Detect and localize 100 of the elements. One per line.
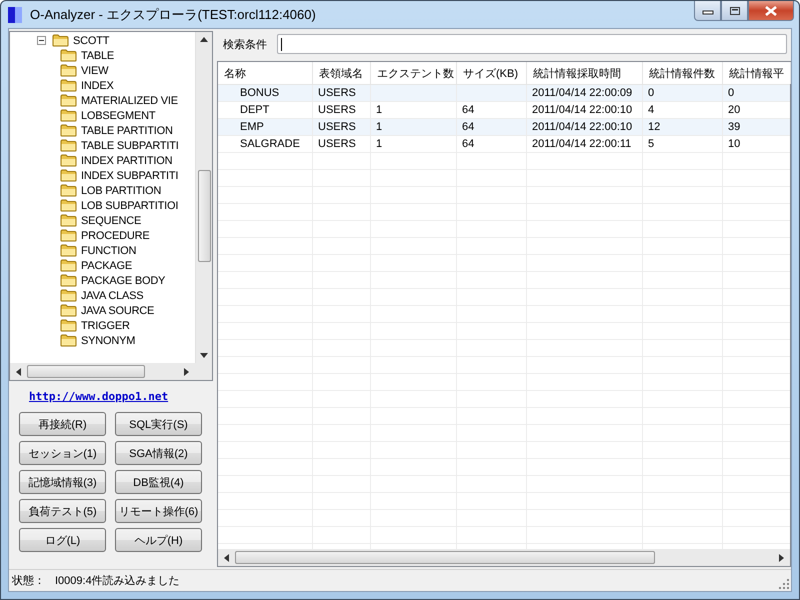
tree-item[interactable]: TABLE PARTITION bbox=[81, 124, 173, 138]
tree-item[interactable]: VIEW bbox=[81, 64, 108, 78]
tree-item[interactable]: SEQUENCE bbox=[81, 214, 142, 228]
action-button[interactable]: リモート操作(6) bbox=[115, 499, 202, 523]
table-cell: 2011/04/14 22:00:11 bbox=[532, 138, 632, 150]
folder-icon bbox=[60, 274, 77, 287]
tree-item[interactable]: TABLE SUBPARTITI bbox=[81, 138, 179, 152]
folder-icon bbox=[60, 79, 77, 92]
website-link[interactable]: http://www.doppo1.net bbox=[29, 390, 168, 403]
folder-icon bbox=[52, 34, 69, 47]
folder-icon bbox=[60, 94, 77, 107]
action-button[interactable]: 負荷テスト(5) bbox=[19, 499, 106, 523]
tree-item[interactable]: PACKAGE BODY bbox=[81, 274, 166, 288]
column-header[interactable]: 統計情報件数 bbox=[643, 62, 723, 84]
status-text: I0009:4件読み込みました bbox=[55, 574, 180, 588]
table-cell: 64 bbox=[462, 138, 474, 150]
action-button[interactable]: ヘルプ(H) bbox=[115, 528, 202, 552]
table-cell: BONUS bbox=[240, 87, 280, 99]
folder-icon bbox=[60, 139, 77, 152]
column-header[interactable]: 統計情報採取時間 bbox=[527, 62, 643, 84]
window-title: O-Analyzer - エクスプローラ(TEST:orcl112:4060) bbox=[30, 6, 316, 24]
tree-item[interactable]: INDEX bbox=[81, 78, 114, 92]
action-button[interactable]: DB監視(4) bbox=[115, 470, 202, 494]
tree-item[interactable]: LOB SUBPARTITIOI bbox=[81, 198, 178, 212]
collapse-icon[interactable] bbox=[37, 36, 46, 45]
folder-icon bbox=[60, 334, 77, 347]
action-button[interactable]: セッション(1) bbox=[19, 441, 106, 465]
folder-icon bbox=[60, 64, 77, 77]
close-icon bbox=[764, 6, 778, 16]
table-cell: 0 bbox=[728, 87, 734, 99]
table-cell: USERS bbox=[318, 87, 356, 99]
arrow-right-icon[interactable] bbox=[779, 554, 784, 562]
action-button[interactable]: SQL実行(S) bbox=[115, 412, 202, 436]
tree-item[interactable]: TRIGGER bbox=[81, 318, 130, 332]
maximize-icon bbox=[728, 6, 740, 16]
column-header[interactable]: 統計情報平 bbox=[723, 62, 791, 84]
scroll-thumb[interactable] bbox=[235, 551, 655, 564]
folder-icon bbox=[60, 229, 77, 242]
table-cell: 20 bbox=[728, 104, 740, 116]
tree-item[interactable]: PACKAGE bbox=[81, 258, 132, 272]
scroll-thumb[interactable] bbox=[27, 365, 145, 378]
tree-item[interactable]: FUNCTION bbox=[81, 244, 136, 258]
folder-icon bbox=[60, 304, 77, 317]
table-cell: DEPT bbox=[240, 104, 270, 116]
folder-icon bbox=[60, 214, 77, 227]
scrollbar[interactable] bbox=[218, 549, 790, 566]
column-header[interactable]: 表領域名 bbox=[313, 62, 371, 84]
table-cell: 39 bbox=[728, 121, 740, 133]
tree-item[interactable]: LOB PARTITION bbox=[81, 184, 162, 198]
arrow-down-icon[interactable] bbox=[200, 353, 208, 358]
action-button[interactable]: ログ(L) bbox=[19, 528, 106, 552]
arrow-up-icon[interactable] bbox=[200, 37, 208, 42]
table-cell: USERS bbox=[318, 104, 356, 116]
table-cell: 2011/04/14 22:00:10 bbox=[532, 121, 632, 133]
search-field[interactable] bbox=[277, 34, 787, 54]
scroll-thumb[interactable] bbox=[198, 170, 210, 262]
column-header[interactable]: 名称 bbox=[218, 62, 313, 84]
tree-item[interactable]: TABLE bbox=[81, 48, 114, 62]
table-cell: SALGRADE bbox=[240, 138, 300, 150]
table-cell: 2011/04/14 22:00:10 bbox=[532, 104, 632, 116]
folder-icon bbox=[60, 154, 77, 167]
table-cell: 2011/04/14 22:00:09 bbox=[532, 87, 632, 99]
tree-item[interactable]: PROCEDURE bbox=[81, 228, 150, 242]
minimize-button[interactable] bbox=[694, 1, 721, 21]
scrollbar[interactable] bbox=[195, 32, 212, 363]
folder-icon bbox=[60, 259, 77, 272]
tree-item[interactable]: INDEX SUBPARTITI bbox=[81, 168, 178, 182]
tree-item[interactable]: JAVA CLASS bbox=[81, 288, 144, 302]
folder-icon bbox=[60, 49, 77, 62]
arrow-left-icon[interactable] bbox=[16, 368, 21, 376]
table-cell: 64 bbox=[462, 104, 474, 116]
tree-item[interactable]: LOBSEGMENT bbox=[81, 108, 156, 122]
table-cell: 10 bbox=[728, 138, 740, 150]
scrollbar[interactable] bbox=[10, 363, 195, 380]
column-header[interactable]: エクステント数 bbox=[371, 62, 457, 84]
tree-item[interactable]: SYNONYM bbox=[81, 334, 136, 348]
table-cell: USERS bbox=[318, 138, 356, 150]
action-button[interactable]: 記憶域情報(3) bbox=[19, 470, 106, 494]
folder-icon bbox=[60, 199, 77, 212]
close-button[interactable] bbox=[748, 1, 794, 21]
table-cell: 64 bbox=[462, 121, 474, 133]
table-cell: 1 bbox=[376, 138, 382, 150]
arrow-left-icon[interactable] bbox=[224, 554, 229, 562]
app-icon bbox=[8, 6, 22, 22]
search-label: 検索条件 bbox=[223, 38, 267, 52]
action-button[interactable]: 再接続(R) bbox=[19, 412, 106, 436]
table-cell: 5 bbox=[648, 138, 654, 150]
tree-item[interactable]: INDEX PARTITION bbox=[81, 154, 172, 168]
folder-icon bbox=[60, 319, 77, 332]
table-cell: 4 bbox=[648, 104, 654, 116]
table-cell: USERS bbox=[318, 121, 356, 133]
maximize-button[interactable] bbox=[721, 1, 748, 21]
column-header[interactable]: サイズ(KB) bbox=[457, 62, 527, 84]
arrow-right-icon[interactable] bbox=[184, 368, 189, 376]
tree-item[interactable]: MATERIALIZED VIE bbox=[81, 94, 178, 108]
folder-icon bbox=[60, 244, 77, 257]
tree-item[interactable]: SCOTT bbox=[73, 34, 110, 48]
resize-grip-icon[interactable] bbox=[779, 579, 789, 589]
action-button[interactable]: SGA情報(2) bbox=[115, 441, 202, 465]
tree-item[interactable]: JAVA SOURCE bbox=[81, 304, 154, 318]
